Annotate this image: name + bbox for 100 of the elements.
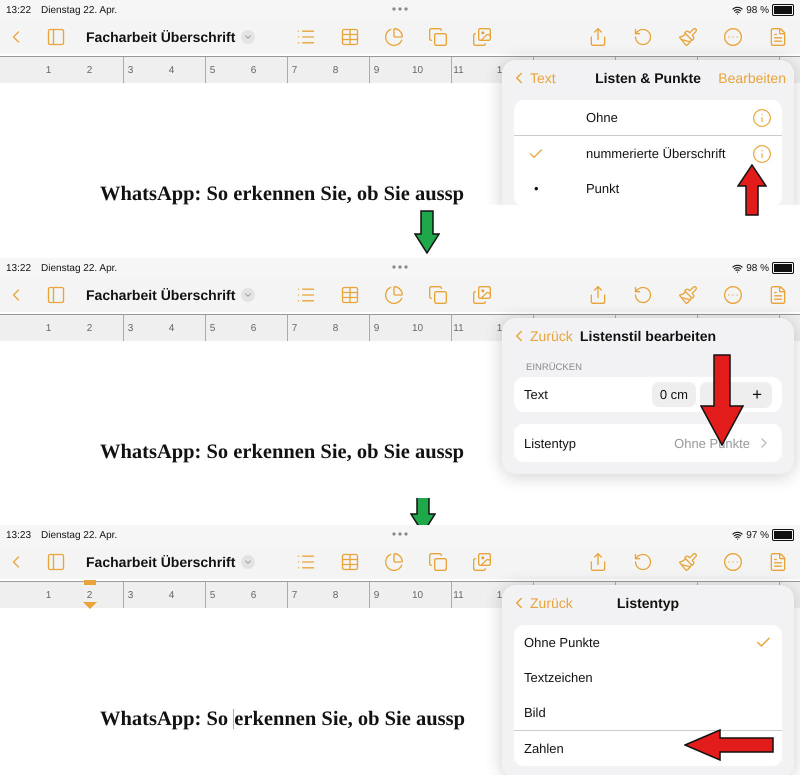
- row-label: Bild: [524, 705, 546, 720]
- pie-chart-icon[interactable]: [384, 27, 404, 47]
- images-icon[interactable]: [472, 552, 492, 572]
- chevron-down-icon[interactable]: [241, 555, 256, 569]
- shapes-icon[interactable]: [428, 285, 448, 305]
- share-icon[interactable]: [588, 552, 608, 572]
- paintbrush-icon[interactable]: [678, 552, 698, 572]
- row-label: Textzeichen: [524, 670, 593, 685]
- ruler-number: 8: [332, 64, 340, 76]
- ruler-number: 7: [290, 64, 298, 76]
- table-icon[interactable]: [340, 552, 360, 572]
- bullet-marker: •: [533, 181, 539, 196]
- sidebar-icon[interactable]: [46, 552, 66, 572]
- ruler-number: 6: [250, 590, 258, 600]
- ruler-number: 4: [168, 64, 176, 76]
- ruler-number: 11: [452, 322, 465, 334]
- sidebar-icon[interactable]: [46, 27, 66, 47]
- more-icon[interactable]: [723, 27, 743, 47]
- indent-value[interactable]: 0 cm: [652, 382, 696, 407]
- ruler-number: 11: [452, 64, 465, 76]
- indent-marker-icon[interactable]: [82, 578, 98, 610]
- ruler-number: 3: [126, 64, 134, 76]
- ruler-number: 1: [44, 322, 52, 334]
- ruler-number: 10: [410, 322, 424, 334]
- document-title[interactable]: Facharbeit Überschrift: [86, 287, 236, 303]
- row-label: Punkt: [586, 181, 620, 196]
- ruler-number: 3: [126, 322, 134, 334]
- status-date: Dienstag 22. Apr.: [41, 530, 118, 540]
- ruler-number: 1: [496, 590, 504, 600]
- ruler-number: 3: [126, 590, 134, 600]
- info-icon[interactable]: [752, 108, 772, 128]
- paintbrush-icon[interactable]: [678, 27, 698, 47]
- popover-title: Listenstil bearbeiten: [580, 328, 716, 344]
- ruler-number: 9: [372, 64, 380, 76]
- row-label: Text: [524, 387, 548, 402]
- undo-icon[interactable]: [633, 552, 653, 572]
- images-icon[interactable]: [472, 285, 492, 305]
- ruler-number: 8: [332, 322, 340, 334]
- popover-title: Listen & Punkte: [595, 70, 701, 86]
- battery-percent: 97 %: [746, 530, 769, 540]
- undo-icon[interactable]: [633, 285, 653, 305]
- ruler-number: 10: [410, 590, 424, 600]
- paintbrush-icon[interactable]: [678, 285, 698, 305]
- battery-percent: 98 %: [746, 4, 769, 16]
- multitasking-dots-icon[interactable]: [392, 7, 408, 11]
- shapes-icon[interactable]: [428, 27, 448, 47]
- document-heading: WhatsApp: So erkennen Sie, ob Sie aussp: [100, 708, 466, 731]
- row-label: Listentyp: [524, 436, 576, 450]
- row-label: Ohne Punkte: [524, 635, 600, 650]
- more-icon[interactable]: [723, 552, 743, 572]
- battery-icon: [772, 262, 794, 274]
- pie-chart-icon[interactable]: [384, 285, 404, 305]
- row-value: Ohne Punkte: [674, 436, 750, 450]
- document-title[interactable]: Facharbeit Überschrift: [86, 554, 236, 570]
- list-style-row[interactable]: Ohne: [514, 100, 782, 135]
- document-icon[interactable]: [768, 285, 788, 305]
- ruler-number: 7: [290, 590, 298, 600]
- multitasking-dots-icon[interactable]: [392, 265, 408, 269]
- images-icon[interactable]: [472, 27, 492, 47]
- document-icon[interactable]: [768, 27, 788, 47]
- pie-chart-icon[interactable]: [384, 552, 404, 572]
- wifi-icon: [732, 4, 744, 16]
- chevron-down-icon[interactable]: [241, 30, 256, 44]
- ruler-number: 1: [496, 64, 504, 76]
- status-time: 13:23: [6, 530, 32, 540]
- ruler-number: 5: [208, 322, 216, 334]
- list-type-option[interactable]: Ohne Punkte: [514, 625, 782, 660]
- more-icon[interactable]: [723, 285, 743, 305]
- undo-icon[interactable]: [633, 27, 653, 47]
- share-icon[interactable]: [588, 285, 608, 305]
- ruler-number: 5: [208, 590, 216, 600]
- ruler-number: 9: [372, 590, 380, 600]
- document-icon[interactable]: [768, 552, 788, 572]
- annotation-arrow: [737, 164, 767, 216]
- battery-percent: 98 %: [746, 262, 769, 274]
- chevron-down-icon[interactable]: [241, 288, 256, 302]
- popover-title: Listentyp: [616, 595, 680, 611]
- share-icon[interactable]: [588, 27, 608, 47]
- table-icon[interactable]: [340, 285, 360, 305]
- info-icon[interactable]: [752, 144, 772, 164]
- list-type-option[interactable]: Textzeichen: [514, 660, 782, 695]
- ruler-number: 4: [168, 590, 176, 600]
- table-icon[interactable]: [340, 27, 360, 47]
- multitasking-dots-icon[interactable]: [392, 532, 408, 536]
- list-style-row[interactable]: • Punkt: [514, 171, 782, 205]
- document-title[interactable]: Facharbeit Überschrift: [86, 29, 236, 45]
- row-label: Ohne: [586, 110, 618, 125]
- ruler-number: 1: [44, 590, 52, 600]
- ruler-number: 6: [250, 322, 258, 334]
- list-type-option[interactable]: Bild: [514, 695, 782, 730]
- list-type-row[interactable]: Listentyp Ohne Punkte: [514, 424, 782, 462]
- wifi-icon: [732, 530, 744, 540]
- ruler-number: 2: [86, 590, 94, 600]
- sidebar-icon[interactable]: [46, 285, 66, 305]
- row-label: nummerierte Überschrift: [586, 146, 726, 161]
- status-date: Dienstag 22. Apr.: [41, 4, 118, 16]
- section-label: EINRÜCKEN: [526, 362, 583, 373]
- document-heading: WhatsApp: So erkennen Sie, ob Sie aussp: [100, 441, 465, 464]
- shapes-icon[interactable]: [428, 552, 448, 572]
- ruler-number: 9: [372, 322, 380, 334]
